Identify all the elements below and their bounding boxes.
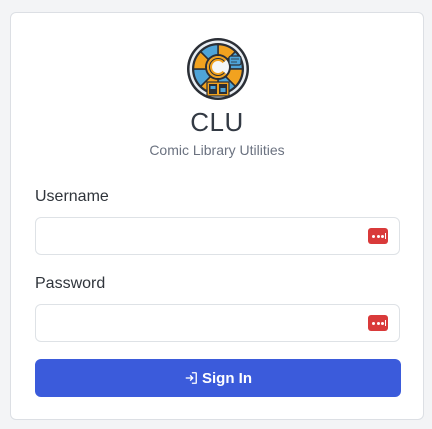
password-input[interactable]	[36, 305, 399, 341]
comic-wheel-logo-icon	[187, 38, 249, 100]
sign-in-button[interactable]: Sign In	[35, 359, 401, 397]
password-field-wrapper	[35, 304, 400, 342]
app-subtitle: Comic Library Utilities	[149, 142, 285, 158]
sign-in-arrow-icon	[185, 372, 197, 384]
password-manager-dots-icon[interactable]	[368, 315, 388, 331]
username-field-wrapper	[35, 217, 400, 255]
password-label: Password	[35, 275, 106, 292]
app-title: CLU	[190, 107, 244, 137]
password-manager-dots-icon[interactable]	[368, 228, 388, 244]
sign-in-label: Sign In	[202, 369, 252, 387]
login-card: CLU Comic Library Utilities Username Pas…	[10, 12, 424, 420]
username-label: Username	[35, 188, 109, 205]
username-input[interactable]	[36, 218, 399, 254]
